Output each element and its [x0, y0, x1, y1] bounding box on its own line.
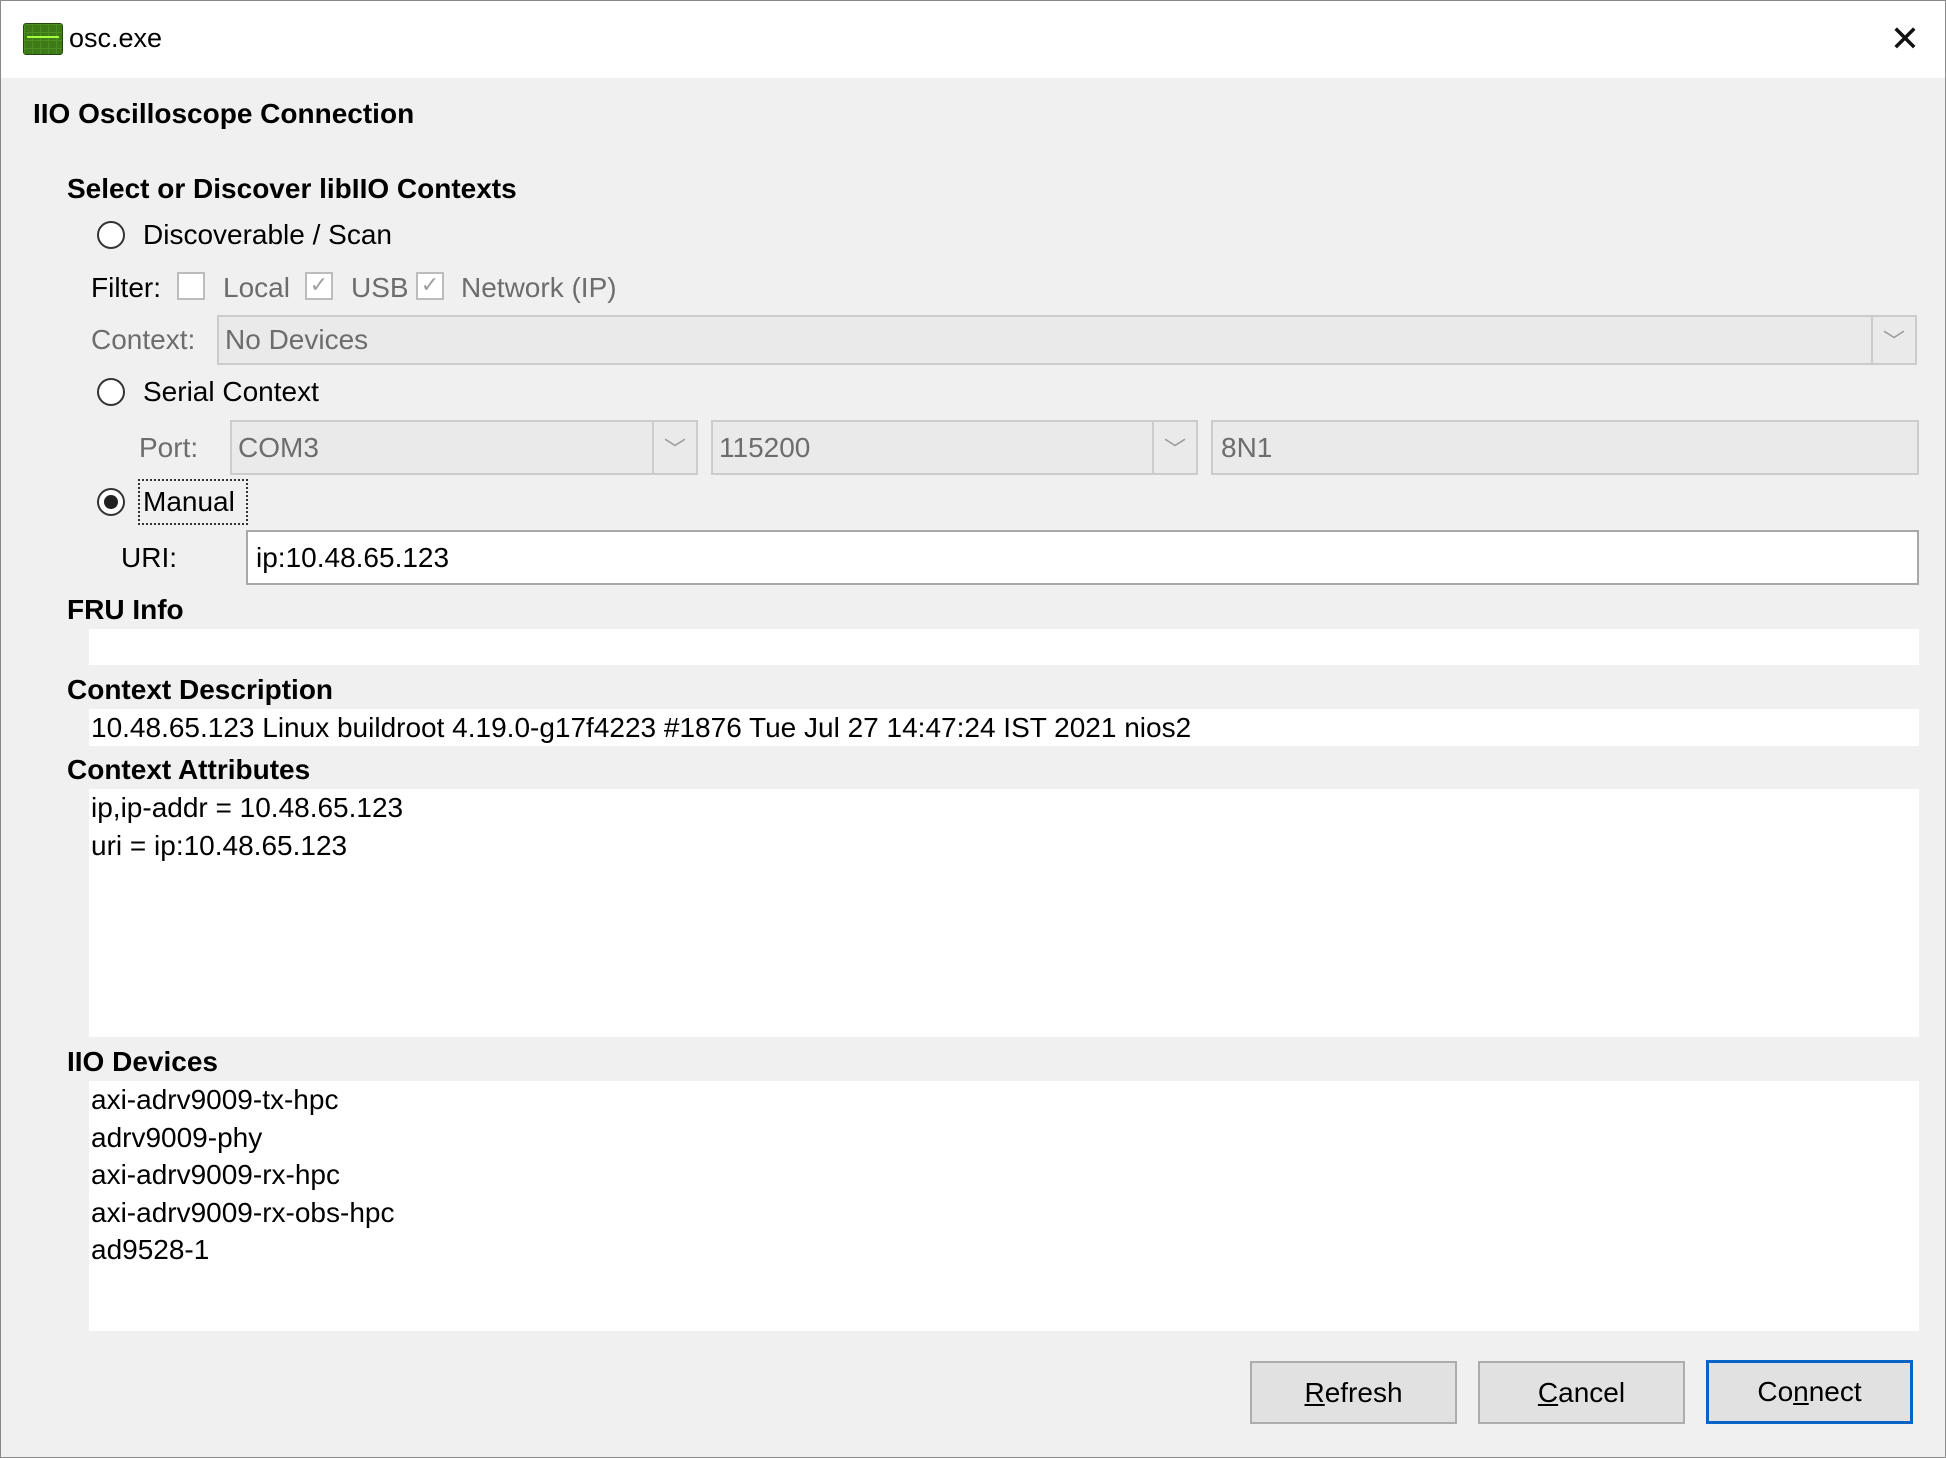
context-description-value: 10.48.65.123 Linux buildroot 4.19.0-g17f…	[91, 712, 1192, 743]
oscilloscope-app-icon	[23, 23, 63, 55]
uri-input[interactable]: ip:10.48.65.123	[246, 530, 1919, 585]
context-attributes-panel: ip,ip-addr = 10.48.65.123 uri = ip:10.48…	[89, 789, 1919, 1037]
discoverable-radio[interactable]	[97, 221, 125, 249]
manual-label[interactable]: Manual	[143, 486, 235, 518]
port-select-value: COM3	[238, 431, 319, 463]
network-checkbox-label: Network (IP)	[461, 272, 617, 303]
serial-context-radio[interactable]	[97, 378, 125, 406]
iio-devices-heading: IIO Devices	[67, 1046, 218, 1077]
manual-radio[interactable]	[97, 488, 125, 516]
serial-config-value: 8N1	[1221, 431, 1273, 463]
checkmark-icon: ✓	[309, 273, 329, 298]
iio-device-item: ad9528-1	[91, 1234, 210, 1265]
cancel-button[interactable]: Cancel	[1478, 1361, 1685, 1424]
iio-device-item: axi-adrv9009-tx-hpc	[91, 1084, 339, 1115]
context-select-value: No Devices	[225, 324, 369, 355]
context-select[interactable]: No Devices ﹀	[217, 315, 1917, 365]
checkmark-icon: ✓	[420, 273, 440, 298]
chevron-down-icon[interactable]: ﹀	[652, 422, 696, 473]
window-title: osc.exe	[69, 23, 163, 53]
dialog-heading: IIO Oscilloscope Connection	[33, 98, 415, 129]
context-description-panel: 10.48.65.123 Linux buildroot 4.19.0-g17f…	[89, 709, 1919, 746]
iio-device-item: adrv9009-phy	[91, 1121, 263, 1153]
title-bar: osc.exe ✕	[1, 1, 1945, 78]
baud-rate-select[interactable]: 115200 ﹀	[711, 420, 1198, 475]
connect-button[interactable]: Connect	[1706, 1360, 1913, 1424]
context-description-heading: Context Description	[67, 674, 334, 705]
baud-rate-select-value: 115200	[719, 431, 811, 463]
chevron-down-icon[interactable]: ﹀	[1152, 422, 1196, 473]
serial-context-label[interactable]: Serial Context	[143, 376, 319, 408]
uri-input-value: ip:10.48.65.123	[256, 541, 450, 573]
iio-device-item: axi-adrv9009-rx-obs-hpc	[91, 1196, 395, 1228]
close-icon[interactable]: ✕	[1877, 11, 1933, 67]
context-attributes-heading: Context Attributes	[67, 754, 311, 785]
usb-checkbox[interactable]: ✓	[305, 272, 333, 300]
uri-label: URI:	[121, 542, 177, 573]
button-label: Connect	[1757, 1376, 1862, 1407]
port-label: Port:	[139, 432, 199, 463]
context-select-label: Context:	[91, 324, 196, 355]
dialog-window: osc.exe ✕ IIO Oscilloscope Connection Se…	[0, 0, 1946, 1458]
filter-label: Filter:	[91, 272, 161, 303]
local-checkbox[interactable]	[177, 272, 205, 300]
discoverable-label[interactable]: Discoverable / Scan	[143, 219, 392, 251]
chevron-down-icon[interactable]: ﹀	[1871, 317, 1915, 363]
fru-info-panel	[89, 629, 1919, 665]
button-label: Refresh	[1304, 1376, 1403, 1408]
network-checkbox[interactable]: ✓	[416, 272, 444, 300]
contexts-heading: Select or Discover libIIO Contexts	[67, 173, 517, 204]
fru-info-heading: FRU Info	[67, 594, 184, 625]
local-checkbox-label: Local	[223, 272, 290, 303]
refresh-button[interactable]: Refresh	[1250, 1361, 1457, 1424]
context-attribute-line: ip,ip-addr = 10.48.65.123	[91, 792, 404, 823]
button-label: Cancel	[1537, 1376, 1626, 1408]
context-attribute-line: uri = ip:10.48.65.123	[91, 829, 348, 861]
serial-config-field[interactable]: 8N1	[1211, 420, 1919, 475]
usb-checkbox-label: USB	[351, 272, 409, 303]
port-select[interactable]: COM3 ﹀	[230, 420, 698, 475]
iio-devices-panel: axi-adrv9009-tx-hpc adrv9009-phy axi-adr…	[89, 1081, 1919, 1331]
iio-device-item: axi-adrv9009-rx-hpc	[91, 1159, 340, 1190]
